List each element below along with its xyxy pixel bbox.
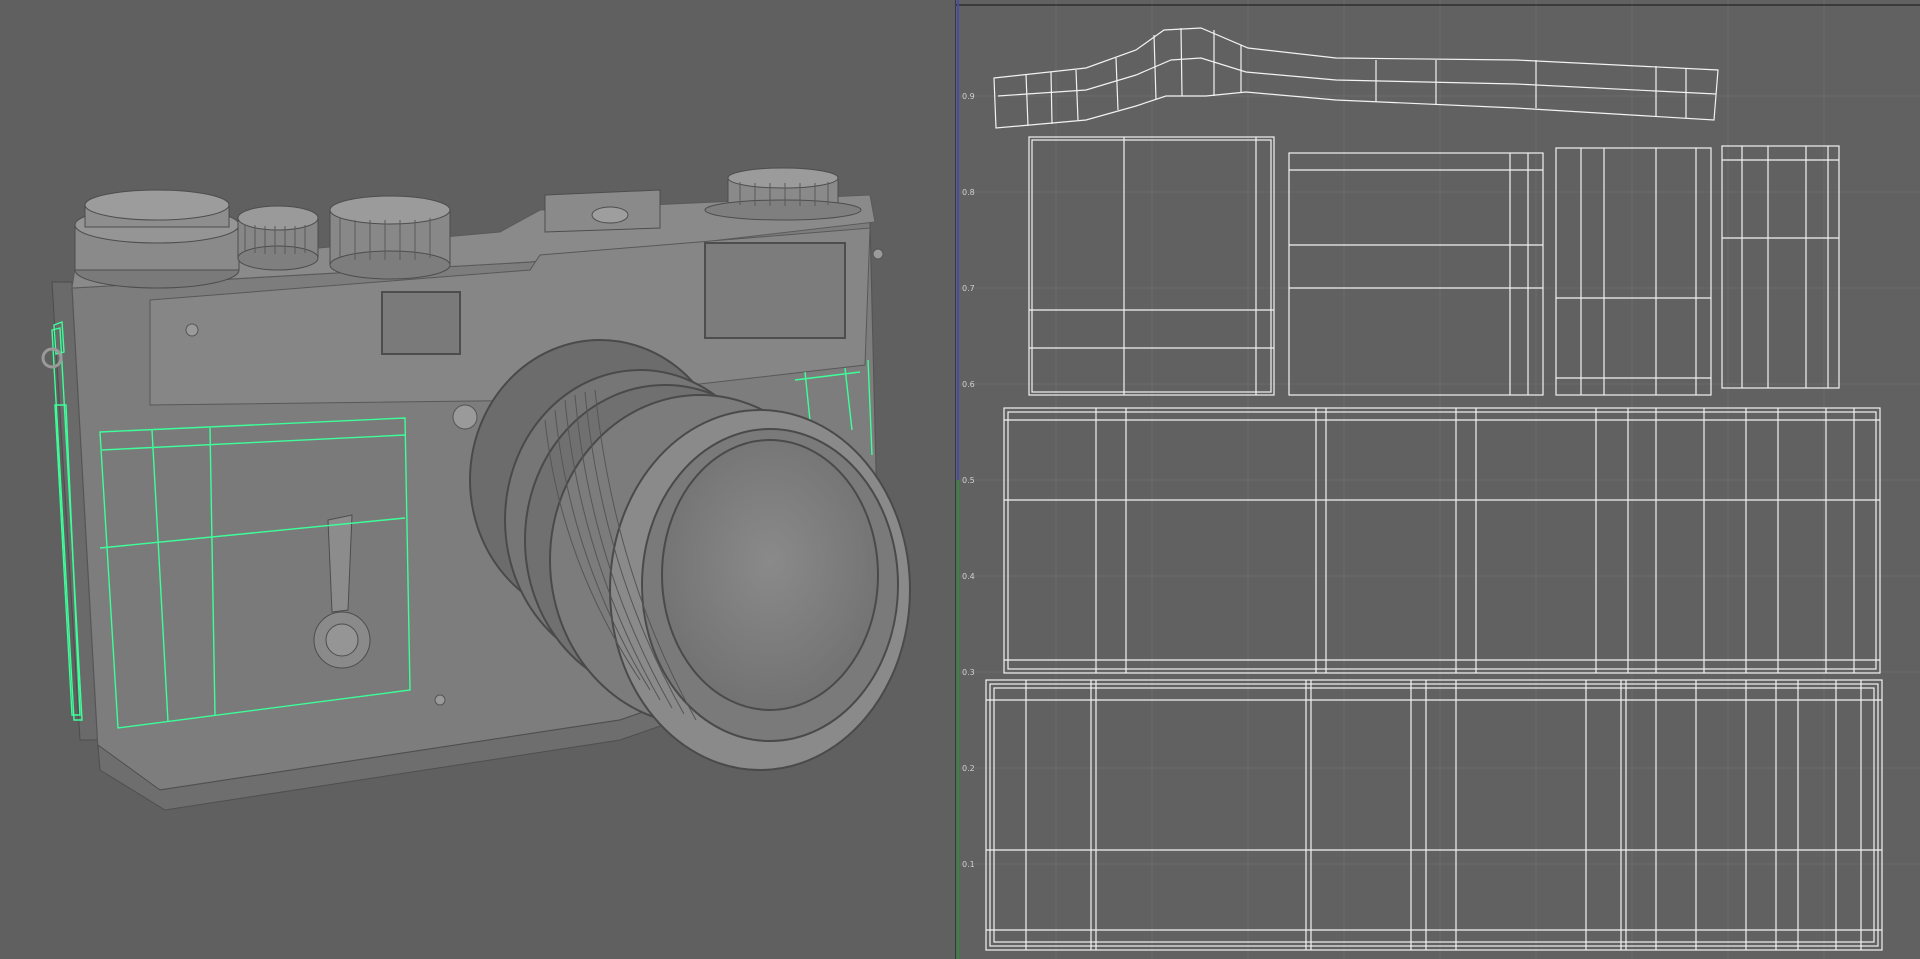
v-tick-0.4: 0.4	[962, 572, 975, 581]
rewind-knob[interactable]	[237, 205, 319, 271]
screw-3	[452, 404, 478, 430]
lens-glass	[661, 439, 879, 711]
hot-shoe	[544, 189, 661, 233]
v-tick-0.1: 0.1	[962, 860, 975, 869]
viewfinder-window-right	[704, 242, 846, 339]
v-tick-0.8: 0.8	[962, 188, 975, 197]
v-tick-0.2: 0.2	[962, 764, 975, 773]
uv-shell-panel-2[interactable]	[1288, 152, 1544, 396]
uv-shell-body-wrap[interactable]	[1003, 407, 1881, 674]
v-tick-0.7: 0.7	[962, 284, 975, 293]
advance-lever-dial[interactable]	[704, 167, 862, 221]
screw-1	[185, 323, 199, 337]
v-tick-0.5: 0.5	[962, 476, 975, 485]
v-tick-0.9: 0.9	[962, 92, 975, 101]
shutter-dial[interactable]	[74, 189, 240, 289]
leatherette-panel[interactable]	[99, 417, 411, 729]
uv-shell-base-wrap[interactable]	[985, 679, 1883, 951]
perspective-viewport[interactable]	[0, 0, 955, 959]
uv-shell-strap[interactable]	[993, 27, 1719, 129]
v-tick-0.6: 0.6	[962, 380, 975, 389]
uv-canvas[interactable]: 0.9 0.8 0.7 0.6 0.5 0.4 0.3 0.2 0.1	[956, 0, 1920, 959]
maya-workspace: 0.9 0.8 0.7 0.6 0.5 0.4 0.3 0.2 0.1	[0, 0, 1920, 959]
uv-shell-panel-4[interactable]	[1721, 145, 1840, 389]
uv-shell-panel-3[interactable]	[1555, 147, 1712, 396]
screw-4	[434, 694, 446, 706]
camera-model[interactable]	[0, 0, 955, 959]
uv-texture-editor[interactable]: 0.9 0.8 0.7 0.6 0.5 0.4 0.3 0.2 0.1	[956, 0, 1920, 959]
film-counter-dial[interactable]	[329, 195, 451, 280]
v-tick-labels: 0.9 0.8 0.7 0.6 0.5 0.4 0.3 0.2 0.1	[962, 92, 975, 869]
viewfinder-window-left	[381, 291, 461, 355]
v-tick-0.3: 0.3	[962, 668, 975, 677]
screw-2	[872, 248, 884, 260]
